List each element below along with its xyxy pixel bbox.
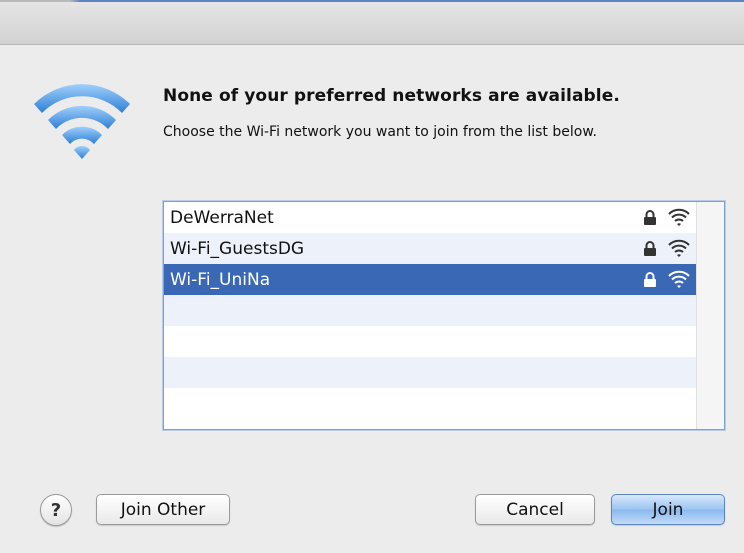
empty-row <box>164 295 697 326</box>
network-name: DeWerraNet <box>170 207 274 228</box>
help-button[interactable]: ? <box>40 494 72 526</box>
lock-icon <box>644 241 656 256</box>
wifi-icon <box>34 84 130 159</box>
join-button[interactable]: Join <box>611 494 725 525</box>
join-other-button[interactable]: Join Other <box>96 494 230 525</box>
network-list[interactable]: DeWerraNet Wi-Fi_GuestsDG Wi-Fi_UniNa <box>163 201 725 430</box>
network-row[interactable]: Wi-Fi_GuestsDG <box>164 233 697 264</box>
empty-row <box>164 357 697 388</box>
empty-row <box>164 388 697 419</box>
lock-icon <box>644 210 656 225</box>
wifi-signal-icon <box>668 208 690 226</box>
dialog-subheading: Choose the Wi-Fi network you want to joi… <box>163 124 597 140</box>
wifi-signal-icon <box>668 270 690 288</box>
network-name: Wi-Fi_GuestsDG <box>170 238 305 259</box>
lock-icon <box>644 272 656 287</box>
wifi-signal-icon <box>668 239 690 257</box>
dialog-heading: None of your preferred networks are avai… <box>163 86 620 106</box>
network-rows: DeWerraNet Wi-Fi_GuestsDG Wi-Fi_UniNa <box>164 202 697 429</box>
network-name: Wi-Fi_UniNa <box>170 269 271 290</box>
network-row-selected[interactable]: Wi-Fi_UniNa <box>164 264 697 295</box>
cancel-button[interactable]: Cancel <box>475 494 595 525</box>
titlebar-divider <box>0 0 744 2</box>
list-scrollbar[interactable] <box>696 202 724 429</box>
empty-row <box>164 326 697 357</box>
window-titlebar[interactable] <box>0 0 744 45</box>
network-row[interactable]: DeWerraNet <box>164 202 697 233</box>
